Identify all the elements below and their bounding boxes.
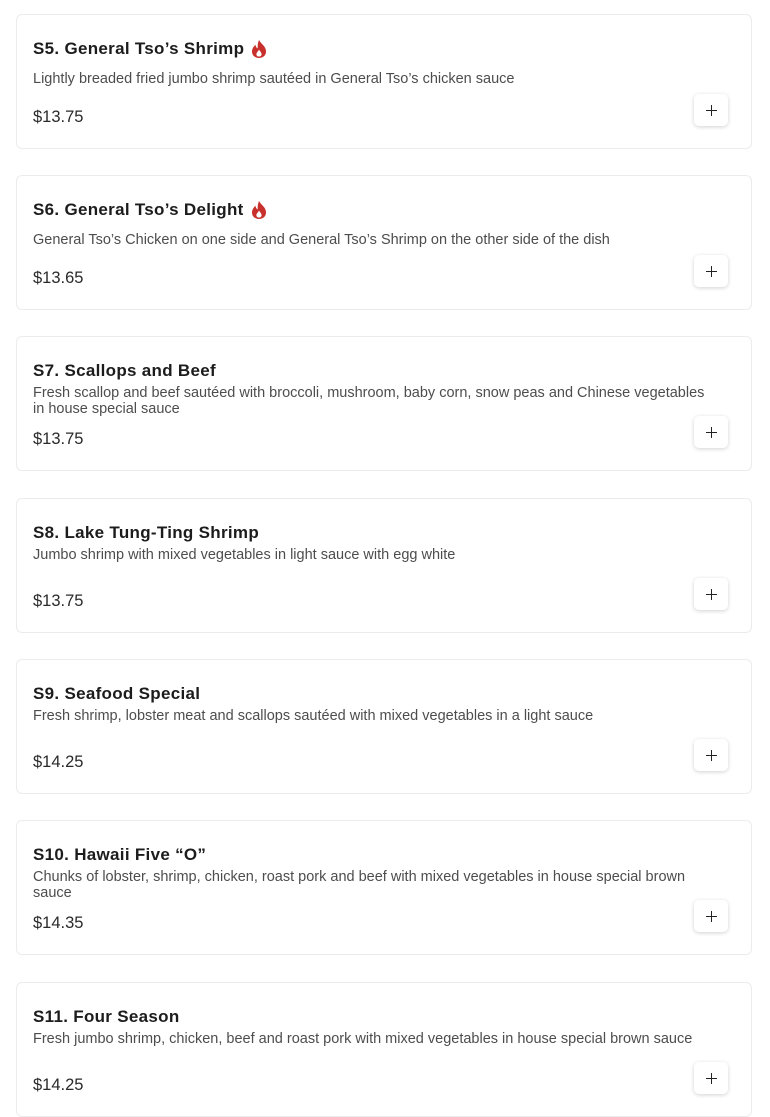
menu-item-card[interactable]: S11. Four Season Fresh jumbo shrimp, chi… — [16, 982, 752, 1117]
item-description: Jumbo shrimp with mixed vegetables in li… — [33, 547, 456, 563]
plus-icon — [705, 749, 717, 761]
add-to-cart-button[interactable] — [694, 255, 728, 287]
item-title-row: S9. Seafood Special — [33, 683, 200, 705]
plus-icon — [705, 1072, 717, 1084]
add-to-cart-button[interactable] — [694, 739, 728, 771]
menu-item-card[interactable]: S6. General Tso’s Delight General Tso’s … — [16, 175, 752, 310]
item-price: $13.65 — [33, 269, 84, 287]
add-to-cart-button[interactable] — [694, 578, 728, 610]
item-price: $14.25 — [33, 753, 84, 771]
plus-icon — [705, 426, 717, 438]
fire-icon — [250, 39, 268, 59]
item-title: S6. General Tso’s Delight — [33, 200, 244, 219]
item-price: $13.75 — [33, 592, 84, 610]
add-to-cart-button[interactable] — [694, 416, 728, 448]
item-price: $13.75 — [33, 108, 84, 126]
item-title: S8. Lake Tung-Ting Shrimp — [33, 523, 260, 542]
menu-item-card[interactable]: S8. Lake Tung-Ting Shrimp Jumbo shrimp w… — [16, 498, 752, 633]
add-to-cart-button[interactable] — [694, 94, 728, 126]
item-price: $14.25 — [33, 1076, 84, 1094]
fire-icon — [250, 200, 268, 220]
item-title-row: S10. Hawaii Five “O” — [33, 844, 206, 866]
plus-icon — [705, 588, 717, 600]
add-to-cart-button[interactable] — [694, 1062, 728, 1094]
plus-icon — [705, 910, 717, 922]
item-title: S5. General Tso’s Shrimp — [33, 39, 245, 58]
item-title-row: S7. Scallops and Beef — [33, 360, 216, 382]
item-title: S11. Four Season — [33, 1007, 180, 1026]
item-title: S9. Seafood Special — [33, 684, 201, 703]
item-description: Fresh jumbo shrimp, chicken, beef and ro… — [33, 1031, 693, 1047]
plus-icon — [705, 265, 717, 277]
menu-item-card[interactable]: S5. General Tso’s Shrimp Lightly breaded… — [16, 14, 752, 149]
item-price: $14.35 — [33, 914, 84, 932]
item-description: Fresh shrimp, lobster meat and scallops … — [33, 708, 594, 724]
item-title: S7. Scallops and Beef — [33, 361, 216, 380]
item-description: Fresh scallop and beef sautéed with broc… — [33, 385, 705, 417]
menu-item-card[interactable]: S7. Scallops and Beef Fresh scallop and … — [16, 336, 752, 471]
item-description: Lightly breaded fried jumbo shrimp sauté… — [33, 71, 515, 87]
item-description: Chunks of lobster, shrimp, chicken, roas… — [33, 869, 686, 901]
item-title-row: S11. Four Season — [33, 1006, 180, 1028]
add-to-cart-button[interactable] — [694, 900, 728, 932]
menu-item-card[interactable]: S10. Hawaii Five “O” Chunks of lobster, … — [16, 820, 752, 955]
item-price: $13.75 — [33, 430, 84, 448]
item-description: General Tso’s Chicken on one side and Ge… — [33, 232, 610, 248]
item-title-row: S8. Lake Tung-Ting Shrimp — [33, 522, 259, 544]
menu-item-card[interactable]: S9. Seafood Special Fresh shrimp, lobste… — [16, 659, 752, 794]
plus-icon — [705, 104, 717, 116]
item-title-row: S5. General Tso’s Shrimp — [33, 38, 268, 60]
item-title-row: S6. General Tso’s Delight — [33, 199, 268, 221]
item-title: S10. Hawaii Five “O” — [33, 845, 207, 864]
